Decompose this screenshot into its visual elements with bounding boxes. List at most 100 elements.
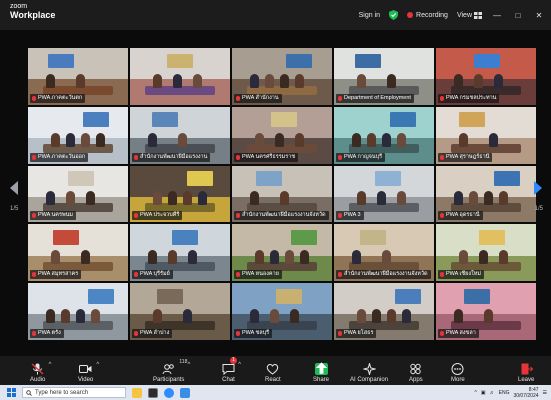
apps-button[interactable]: Apps [409, 356, 423, 385]
participant-name-tag: PWA ตรัง [30, 328, 64, 338]
ai-companion-label: AI Companion [350, 377, 389, 383]
participant-video-tile[interactable]: PWA สุราษฎร์ธานี [436, 106, 536, 164]
video-wall-screen [479, 230, 505, 245]
participant-video-tile[interactable]: PWA ภาคตะวันตก [28, 48, 128, 105]
participant-video-tile[interactable] [130, 48, 230, 105]
participant-video-tile[interactable]: PWA ประจวบคีรี [130, 165, 230, 223]
participant-video-tile[interactable]: PWA นครศรีธรรมราช [232, 106, 332, 164]
video-button[interactable]: Video ^ [78, 356, 99, 385]
participant-name-tag: PWA ภาคตะวันตก [30, 93, 86, 103]
react-button[interactable]: React [265, 356, 281, 385]
video-caret-icon[interactable]: ^ [96, 362, 99, 368]
participant-video-tile[interactable]: PWA 3 [334, 165, 434, 223]
video-person [402, 308, 411, 323]
notification-icon[interactable]: ☰ [543, 390, 547, 396]
muted-mic-icon [440, 213, 444, 219]
muted-mic-icon [236, 95, 240, 101]
participant-video-tile[interactable]: PWA บุรีรัมย์ [130, 224, 230, 282]
language-indicator[interactable]: ENG [499, 390, 510, 396]
zoom-logo: zoom Workplace [10, 3, 55, 20]
next-page-arrow-icon[interactable] [532, 180, 544, 196]
participant-video-tile[interactable]: สำนักงานพัฒนาฝีมือแรงงานจังหวัด [232, 165, 332, 223]
participant-name-tag: Department of Employment [336, 93, 414, 103]
clock[interactable]: 8:47 30/07/2024 [513, 387, 538, 399]
video-wall-screen [48, 53, 74, 69]
participant-video-tile[interactable]: PWA สมุทรสาคร [28, 224, 128, 282]
participant-video-tile[interactable]: PWA นครพนม [28, 165, 128, 223]
more-button[interactable]: More [451, 356, 465, 385]
browser-taskbar-icon[interactable] [180, 387, 190, 398]
audio-caret-icon[interactable]: ^ [49, 362, 52, 368]
video-person [295, 132, 304, 147]
participants-caret-icon[interactable]: ^ [188, 362, 191, 368]
video-person [382, 250, 391, 265]
video-wall-screen [256, 171, 282, 187]
participant-name-tag: PWA นครศรีธรรมราช [234, 152, 299, 162]
share-label: Share [313, 377, 330, 383]
participant-video-tile[interactable]: PWA สงขลา [436, 283, 536, 340]
participants-icon [162, 364, 174, 375]
leave-button[interactable]: Leave [518, 356, 534, 385]
video-person [357, 73, 366, 88]
zoom-taskbar-icon[interactable] [164, 387, 174, 398]
participant-video-tile[interactable]: PWA ชลบุรี [232, 283, 332, 340]
participant-name: PWA ภาคตะวันออก [38, 153, 86, 160]
ai-companion-button[interactable]: AI Companion [350, 356, 388, 385]
video-person [188, 250, 197, 265]
volume-icon[interactable]: ♬ [490, 390, 495, 396]
chat-icon [222, 364, 235, 375]
more-dots-icon [451, 363, 464, 375]
maximize-icon[interactable]: □ [512, 9, 524, 21]
participant-video-tile[interactable]: สำนักงานพัฒนาฝีมือแรงงานจังหวัด [334, 224, 434, 282]
participant-name-tag: PWA สุราษฎร์ธานี [438, 152, 493, 162]
participant-video-tile[interactable]: สำนักงานพัฒนาฝีมือแรงงาน [130, 106, 230, 164]
participant-video-tile[interactable]: PWA กาญจนบุรี [334, 106, 434, 164]
participant-video-tile[interactable]: PWA ยโสธร [334, 283, 434, 340]
weather-sun-icon[interactable] [132, 387, 142, 398]
video-person [255, 132, 264, 147]
participant-video-tile[interactable]: PWA กรมชลประทาน [436, 48, 536, 105]
view-button[interactable]: View [457, 11, 482, 19]
start-button[interactable] [0, 385, 22, 400]
video-wall-screen [83, 112, 109, 128]
video-label: Video [78, 377, 94, 383]
chat-label: Chat [222, 377, 235, 383]
participants-button[interactable]: 118 Participants ^ [153, 356, 190, 385]
network-icon[interactable]: ▣ [481, 390, 486, 396]
zoom-window: zoom Workplace Sign in Recording View — … [0, 0, 551, 400]
participant-video-tile[interactable]: PWA เชียงใหม่ [436, 224, 536, 282]
participant-video-tile[interactable]: PWA ลำปาง [130, 283, 230, 340]
participant-name-tag: PWA อุดรธานี [438, 211, 483, 221]
video-person [86, 191, 95, 206]
participant-video-tile[interactable]: PWA ตรัง [28, 283, 128, 340]
security-shield-icon[interactable] [389, 10, 399, 20]
sign-in-link[interactable]: Sign in [359, 12, 380, 19]
chat-button[interactable]: 1 Chat ^ [222, 356, 241, 385]
close-icon[interactable]: ✕ [533, 9, 545, 21]
task-view-icon[interactable] [148, 387, 158, 398]
participant-name-tag: PWA สงขลา [438, 328, 479, 338]
recording-indicator[interactable]: Recording [407, 12, 448, 19]
chat-caret-icon[interactable]: ^ [238, 362, 241, 368]
video-person [367, 132, 376, 147]
video-person [81, 250, 90, 265]
participant-video-tile[interactable]: PWA หนองคาย [232, 224, 332, 282]
participant-video-tile[interactable]: PWA อุดรธานี [436, 165, 536, 223]
video-grid: PWA ภาคตะวันตก PWA สำนักงาน Department of … [28, 48, 536, 340]
previous-page-arrow-icon[interactable] [8, 180, 20, 196]
video-person [290, 308, 299, 323]
video-person [91, 308, 100, 323]
taskbar-search-input[interactable]: Type here to search [22, 387, 126, 398]
share-button[interactable]: Share [313, 356, 329, 385]
participant-video-tile[interactable]: Department of Employment [334, 48, 434, 105]
participant-name-tag: PWA ยโสธร [336, 328, 377, 338]
participant-video-tile[interactable]: PWA ภาคตะวันออก [28, 106, 128, 164]
video-person [250, 308, 259, 323]
tray-chevron-icon[interactable]: ^ [475, 390, 477, 396]
video-person [300, 250, 309, 265]
minimize-icon[interactable]: — [491, 9, 503, 21]
participant-name: PWA นครศรีธรรมราช [242, 153, 296, 160]
participant-video-tile[interactable]: PWA สำนักงาน [232, 48, 332, 105]
audio-button[interactable]: Audio ^ [30, 356, 51, 385]
system-tray: ^ ▣ ♬ ENG 8:47 30/07/2024 ☰ [475, 387, 551, 399]
